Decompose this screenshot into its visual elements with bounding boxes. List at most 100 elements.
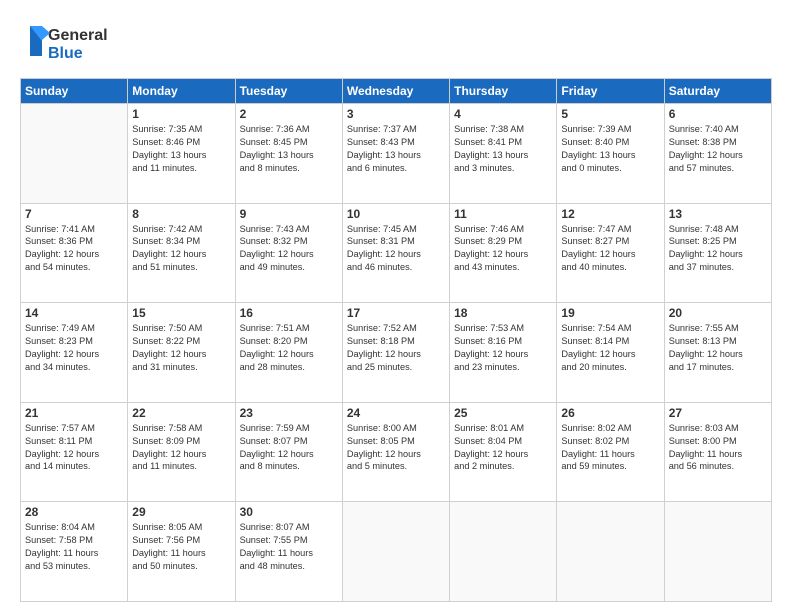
day-info: Sunrise: 7:37 AM Sunset: 8:43 PM Dayligh… (347, 123, 445, 175)
calendar-cell: 5 Sunrise: 7:39 AM Sunset: 8:40 PM Daylig… (557, 104, 664, 204)
calendar-cell: 3 Sunrise: 7:37 AM Sunset: 8:43 PM Daylig… (342, 104, 449, 204)
day-number: 3 (347, 107, 445, 121)
day-info: Sunrise: 7:42 AM Sunset: 8:34 PM Dayligh… (132, 223, 230, 275)
day-info: Sunrise: 7:41 AM Sunset: 8:36 PM Dayligh… (25, 223, 123, 275)
day-info: Sunrise: 8:05 AM Sunset: 7:56 PM Dayligh… (132, 521, 230, 573)
calendar-cell: 22 Sunrise: 7:58 AM Sunset: 8:09 PM Dayli… (128, 402, 235, 502)
day-number: 21 (25, 406, 123, 420)
day-info: Sunrise: 7:36 AM Sunset: 8:45 PM Dayligh… (240, 123, 338, 175)
day-number: 4 (454, 107, 552, 121)
week-row-4: 28Sunrise: 8:04 AM Sunset: 7:58 PM Dayli… (21, 502, 772, 602)
header: General Blue (20, 18, 772, 68)
week-row-1: 7 Sunrise: 7:41 AM Sunset: 8:36 PM Daylig… (21, 203, 772, 303)
day-info: Sunrise: 7:59 AM Sunset: 8:07 PM Dayligh… (240, 422, 338, 474)
day-number: 25 (454, 406, 552, 420)
day-info: Sunrise: 7:39 AM Sunset: 8:40 PM Dayligh… (561, 123, 659, 175)
weekday-header-tuesday: Tuesday (235, 79, 342, 104)
day-info: Sunrise: 7:47 AM Sunset: 8:27 PM Dayligh… (561, 223, 659, 275)
day-info: Sunrise: 7:35 AM Sunset: 8:46 PM Dayligh… (132, 123, 230, 175)
logo-svg: General Blue (20, 18, 130, 68)
day-number: 30 (240, 505, 338, 519)
day-number: 28 (25, 505, 123, 519)
calendar-cell: 17Sunrise: 7:52 AM Sunset: 8:18 PM Dayli… (342, 303, 449, 403)
day-number: 7 (25, 207, 123, 221)
day-number: 1 (132, 107, 230, 121)
day-info: Sunrise: 7:58 AM Sunset: 8:09 PM Dayligh… (132, 422, 230, 474)
day-number: 15 (132, 306, 230, 320)
weekday-header-monday: Monday (128, 79, 235, 104)
calendar-cell: 28Sunrise: 8:04 AM Sunset: 7:58 PM Dayli… (21, 502, 128, 602)
day-info: Sunrise: 7:43 AM Sunset: 8:32 PM Dayligh… (240, 223, 338, 275)
day-number: 22 (132, 406, 230, 420)
day-info: Sunrise: 8:00 AM Sunset: 8:05 PM Dayligh… (347, 422, 445, 474)
day-number: 6 (669, 107, 767, 121)
day-number: 29 (132, 505, 230, 519)
day-number: 2 (240, 107, 338, 121)
day-info: Sunrise: 7:52 AM Sunset: 8:18 PM Dayligh… (347, 322, 445, 374)
day-number: 11 (454, 207, 552, 221)
day-number: 9 (240, 207, 338, 221)
week-row-2: 14 Sunrise: 7:49 AM Sunset: 8:23 PM Dayli… (21, 303, 772, 403)
calendar-cell (342, 502, 449, 602)
day-info: Sunrise: 7:48 AM Sunset: 8:25 PM Dayligh… (669, 223, 767, 275)
calendar-cell: 4 Sunrise: 7:38 AM Sunset: 8:41 PM Daylig… (450, 104, 557, 204)
week-row-3: 21 Sunrise: 7:57 AM Sunset: 8:11 PM Dayli… (21, 402, 772, 502)
calendar-cell: 1 Sunrise: 7:35 AM Sunset: 8:46 PM Daylig… (128, 104, 235, 204)
day-info: Sunrise: 8:01 AM Sunset: 8:04 PM Dayligh… (454, 422, 552, 474)
weekday-header-friday: Friday (557, 79, 664, 104)
day-number: 27 (669, 406, 767, 420)
calendar-cell (664, 502, 771, 602)
day-info: Sunrise: 7:51 AM Sunset: 8:20 PM Dayligh… (240, 322, 338, 374)
calendar-cell: 24 Sunrise: 8:00 AM Sunset: 8:05 PM Dayli… (342, 402, 449, 502)
weekday-header-thursday: Thursday (450, 79, 557, 104)
calendar-cell: 15 Sunrise: 7:50 AM Sunset: 8:22 PM Dayli… (128, 303, 235, 403)
calendar-cell: 11 Sunrise: 7:46 AM Sunset: 8:29 PM Dayli… (450, 203, 557, 303)
calendar-cell: 10Sunrise: 7:45 AM Sunset: 8:31 PM Dayli… (342, 203, 449, 303)
day-info: Sunrise: 7:54 AM Sunset: 8:14 PM Dayligh… (561, 322, 659, 374)
calendar-cell (450, 502, 557, 602)
day-info: Sunrise: 8:07 AM Sunset: 7:55 PM Dayligh… (240, 521, 338, 573)
day-info: Sunrise: 7:46 AM Sunset: 8:29 PM Dayligh… (454, 223, 552, 275)
calendar-cell: 14 Sunrise: 7:49 AM Sunset: 8:23 PM Dayli… (21, 303, 128, 403)
calendar-cell: 16 Sunrise: 7:51 AM Sunset: 8:20 PM Dayli… (235, 303, 342, 403)
day-info: Sunrise: 7:49 AM Sunset: 8:23 PM Dayligh… (25, 322, 123, 374)
calendar-cell: 8 Sunrise: 7:42 AM Sunset: 8:34 PM Daylig… (128, 203, 235, 303)
logo: General Blue (20, 18, 130, 68)
day-number: 12 (561, 207, 659, 221)
page: General Blue SundayMondayTuesdayWednesda… (0, 0, 792, 612)
day-number: 16 (240, 306, 338, 320)
calendar-table: SundayMondayTuesdayWednesdayThursdayFrid… (20, 78, 772, 602)
day-info: Sunrise: 7:55 AM Sunset: 8:13 PM Dayligh… (669, 322, 767, 374)
calendar-cell: 27 Sunrise: 8:03 AM Sunset: 8:00 PM Dayli… (664, 402, 771, 502)
calendar-cell: 7 Sunrise: 7:41 AM Sunset: 8:36 PM Daylig… (21, 203, 128, 303)
day-info: Sunrise: 7:50 AM Sunset: 8:22 PM Dayligh… (132, 322, 230, 374)
day-number: 24 (347, 406, 445, 420)
day-info: Sunrise: 8:02 AM Sunset: 8:02 PM Dayligh… (561, 422, 659, 474)
day-info: Sunrise: 7:38 AM Sunset: 8:41 PM Dayligh… (454, 123, 552, 175)
day-info: Sunrise: 7:57 AM Sunset: 8:11 PM Dayligh… (25, 422, 123, 474)
day-info: Sunrise: 7:53 AM Sunset: 8:16 PM Dayligh… (454, 322, 552, 374)
weekday-header-sunday: Sunday (21, 79, 128, 104)
day-number: 14 (25, 306, 123, 320)
svg-text:General: General (48, 27, 108, 44)
day-number: 10 (347, 207, 445, 221)
week-row-0: 1 Sunrise: 7:35 AM Sunset: 8:46 PM Daylig… (21, 104, 772, 204)
calendar-cell: 6Sunrise: 7:40 AM Sunset: 8:38 PM Daylig… (664, 104, 771, 204)
day-info: Sunrise: 8:03 AM Sunset: 8:00 PM Dayligh… (669, 422, 767, 474)
calendar-cell: 2 Sunrise: 7:36 AM Sunset: 8:45 PM Daylig… (235, 104, 342, 204)
weekday-header-saturday: Saturday (664, 79, 771, 104)
day-number: 18 (454, 306, 552, 320)
calendar-cell: 20 Sunrise: 7:55 AM Sunset: 8:13 PM Dayli… (664, 303, 771, 403)
calendar-cell: 21 Sunrise: 7:57 AM Sunset: 8:11 PM Dayli… (21, 402, 128, 502)
calendar-cell: 25 Sunrise: 8:01 AM Sunset: 8:04 PM Dayli… (450, 402, 557, 502)
calendar-cell: 19Sunrise: 7:54 AM Sunset: 8:14 PM Dayli… (557, 303, 664, 403)
weekday-header-wednesday: Wednesday (342, 79, 449, 104)
day-number: 13 (669, 207, 767, 221)
calendar-cell: 18 Sunrise: 7:53 AM Sunset: 8:16 PM Dayli… (450, 303, 557, 403)
calendar-cell: 29 Sunrise: 8:05 AM Sunset: 7:56 PM Dayli… (128, 502, 235, 602)
calendar-cell: 13 Sunrise: 7:48 AM Sunset: 8:25 PM Dayli… (664, 203, 771, 303)
day-number: 8 (132, 207, 230, 221)
day-number: 5 (561, 107, 659, 121)
day-number: 20 (669, 306, 767, 320)
calendar-cell (557, 502, 664, 602)
